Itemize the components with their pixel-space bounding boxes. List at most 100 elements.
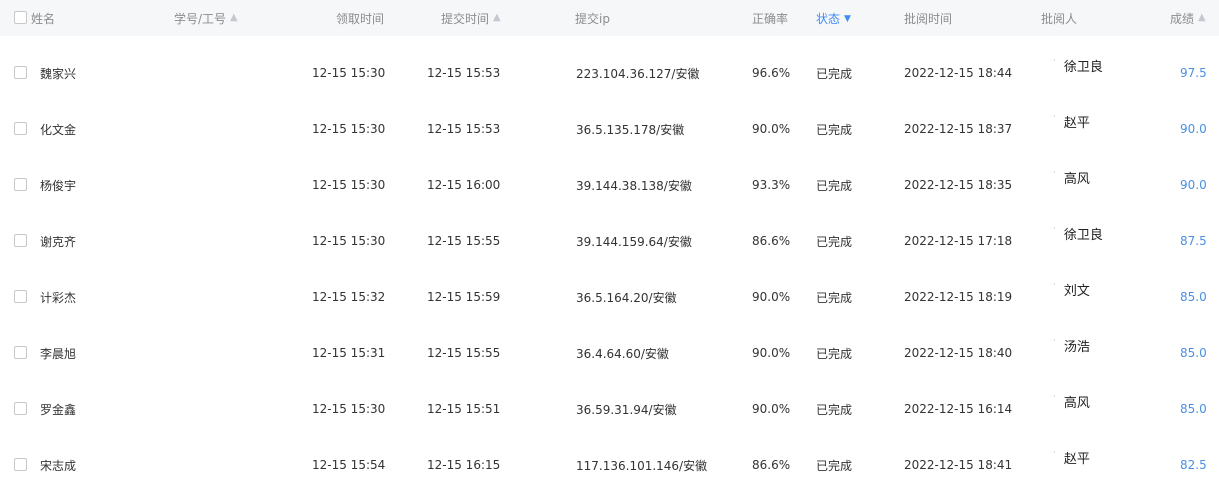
header-accuracy: 正确率 <box>752 0 788 36</box>
submit-time: 12-15 15:53 <box>427 66 501 80</box>
header-submit-ip-label: 提交ip <box>575 11 610 26</box>
chevron-down-icon[interactable]: ▼ <box>844 14 851 24</box>
submit-time: 12-15 16:00 <box>427 178 501 192</box>
submit-time: 12-15 15:51 <box>427 402 501 416</box>
row-checkbox[interactable] <box>14 234 27 247</box>
header-student-id-label: 学号/工号 <box>174 11 227 26</box>
header-submit-time[interactable]: 提交时间 ▲ <box>441 0 501 36</box>
receive-time: 12-15 15:30 <box>312 402 386 416</box>
table-row[interactable]: 魏家兴 12-15 15:30 12-15 15:53 223.104.36.1… <box>0 45 1219 101</box>
reviewer-cell: · 汤浩 <box>1053 325 1090 381</box>
table-row[interactable]: 杨俊宇 12-15 15:30 12-15 16:00 39.144.38.13… <box>0 157 1219 213</box>
table-row[interactable]: 罗金鑫 12-15 15:30 12-15 15:51 36.59.31.94/… <box>0 381 1219 437</box>
student-name: 杨俊宇 <box>40 178 77 193</box>
reviewer-cell: · 徐卫良 <box>1053 213 1103 269</box>
score-value: 97.5 <box>1180 66 1207 80</box>
row-checkbox[interactable] <box>14 290 27 303</box>
review-time: 2022-12-15 18:19 <box>904 290 1013 304</box>
receive-time: 12-15 15:30 <box>312 234 386 248</box>
row-checkbox[interactable] <box>14 346 27 359</box>
submit-time: 12-15 16:15 <box>427 458 501 472</box>
status-text: 已完成 <box>816 178 853 193</box>
status-text: 已完成 <box>816 402 853 417</box>
review-time: 2022-12-15 18:40 <box>904 346 1013 360</box>
header-submit-ip: 提交ip <box>575 0 610 36</box>
row-checkbox[interactable] <box>14 178 27 191</box>
student-name: 罗金鑫 <box>40 402 77 417</box>
accuracy: 90.0% <box>752 290 791 304</box>
sort-up-arrow-icon[interactable]: ▲ <box>493 13 501 23</box>
accuracy: 86.6% <box>752 234 791 248</box>
status-text: 已完成 <box>816 458 853 473</box>
header-review-time-label: 批阅时间 <box>904 11 953 26</box>
table-row[interactable]: 计彩杰 12-15 15:32 12-15 15:59 36.5.164.20/… <box>0 269 1219 325</box>
header-student-id[interactable]: 学号/工号 ▲ <box>174 0 238 36</box>
table-row[interactable]: 谢克齐 12-15 15:30 12-15 15:55 39.144.159.6… <box>0 213 1219 269</box>
receive-time: 12-15 15:30 <box>312 66 386 80</box>
receive-time: 12-15 15:32 <box>312 290 386 304</box>
reviewer-cell: · 高风 <box>1053 381 1090 437</box>
status-text: 已完成 <box>816 122 853 137</box>
dot-icon: · <box>1053 168 1056 178</box>
review-time: 2022-12-15 18:41 <box>904 458 1013 472</box>
reviewer-cell: · 赵平 <box>1053 101 1090 157</box>
score-value: 90.0 <box>1180 122 1207 136</box>
reviewer-name: 刘文 <box>1063 284 1090 299</box>
score-value: 90.0 <box>1180 178 1207 192</box>
results-table: 姓名 学号/工号 ▲ 领取时间 提交时间 ▲ 提交ip 正确率 状态 ▼ 批阅时间 批… <box>0 0 1219 491</box>
review-time: 2022-12-15 17:18 <box>904 234 1013 248</box>
table-row[interactable]: 李晨旭 12-15 15:31 12-15 15:55 36.4.64.60/安… <box>0 325 1219 381</box>
table-row[interactable]: 化文金 12-15 15:30 12-15 15:53 36.5.135.178… <box>0 101 1219 157</box>
submit-ip: 39.144.38.138/安徽 <box>576 178 692 193</box>
score-value: 85.0 <box>1180 290 1207 304</box>
header-submit-time-label: 提交时间 <box>441 11 490 26</box>
submit-time: 12-15 15:55 <box>427 234 501 248</box>
sort-up-arrow-icon[interactable]: ▲ <box>230 13 238 23</box>
student-name: 计彩杰 <box>40 290 77 305</box>
row-checkbox[interactable] <box>14 402 27 415</box>
header-status-filter[interactable]: 状态 ▼ <box>816 0 851 36</box>
score-value: 87.5 <box>1180 234 1207 248</box>
row-checkbox[interactable] <box>14 66 27 79</box>
dot-icon: · <box>1053 336 1056 346</box>
score-value: 85.0 <box>1180 346 1207 360</box>
review-time: 2022-12-15 16:14 <box>904 402 1013 416</box>
status-text: 已完成 <box>816 66 853 81</box>
header-score[interactable]: 成绩 ▲ <box>1170 0 1206 36</box>
score-value: 82.5 <box>1180 458 1207 472</box>
receive-time: 12-15 15:30 <box>312 122 386 136</box>
student-name: 宋志成 <box>40 458 77 473</box>
select-all-checkbox[interactable] <box>14 11 27 24</box>
reviewer-name: 赵平 <box>1063 452 1090 467</box>
reviewer-name: 徐卫良 <box>1063 228 1103 243</box>
student-name: 李晨旭 <box>40 346 77 361</box>
dot-icon: · <box>1053 448 1056 458</box>
row-checkbox[interactable] <box>14 122 27 135</box>
table-header: 姓名 学号/工号 ▲ 领取时间 提交时间 ▲ 提交ip 正确率 状态 ▼ 批阅时间 批… <box>0 0 1219 36</box>
score-value: 85.0 <box>1180 402 1207 416</box>
reviewer-cell: · 刘文 <box>1053 269 1090 325</box>
accuracy: 90.0% <box>752 346 791 360</box>
reviewer-name: 赵平 <box>1063 116 1090 131</box>
submit-time: 12-15 15:53 <box>427 122 501 136</box>
header-name-label: 姓名 <box>31 11 56 26</box>
sort-up-arrow-icon[interactable]: ▲ <box>1198 13 1206 23</box>
header-score-label: 成绩 <box>1170 11 1195 26</box>
submit-ip: 117.136.101.146/安徽 <box>576 458 708 473</box>
submit-time: 12-15 15:55 <box>427 346 501 360</box>
accuracy: 93.3% <box>752 178 791 192</box>
header-accuracy-label: 正确率 <box>752 11 789 26</box>
reviewer-name: 高风 <box>1063 172 1090 187</box>
header-receive-time: 领取时间 <box>336 0 384 36</box>
header-reviewer: 批阅人 <box>1041 0 1077 36</box>
reviewer-name: 徐卫良 <box>1063 60 1103 75</box>
accuracy: 90.0% <box>752 122 791 136</box>
table-row[interactable]: 宋志成 12-15 15:54 12-15 16:15 117.136.101.… <box>0 437 1219 493</box>
row-checkbox[interactable] <box>14 458 27 471</box>
status-text: 已完成 <box>816 234 853 249</box>
dot-icon: · <box>1053 392 1056 402</box>
reviewer-cell: · 赵平 <box>1053 437 1090 493</box>
reviewer-name: 高风 <box>1063 396 1090 411</box>
reviewer-name: 汤浩 <box>1063 340 1090 355</box>
reviewer-cell: · 高风 <box>1053 157 1090 213</box>
